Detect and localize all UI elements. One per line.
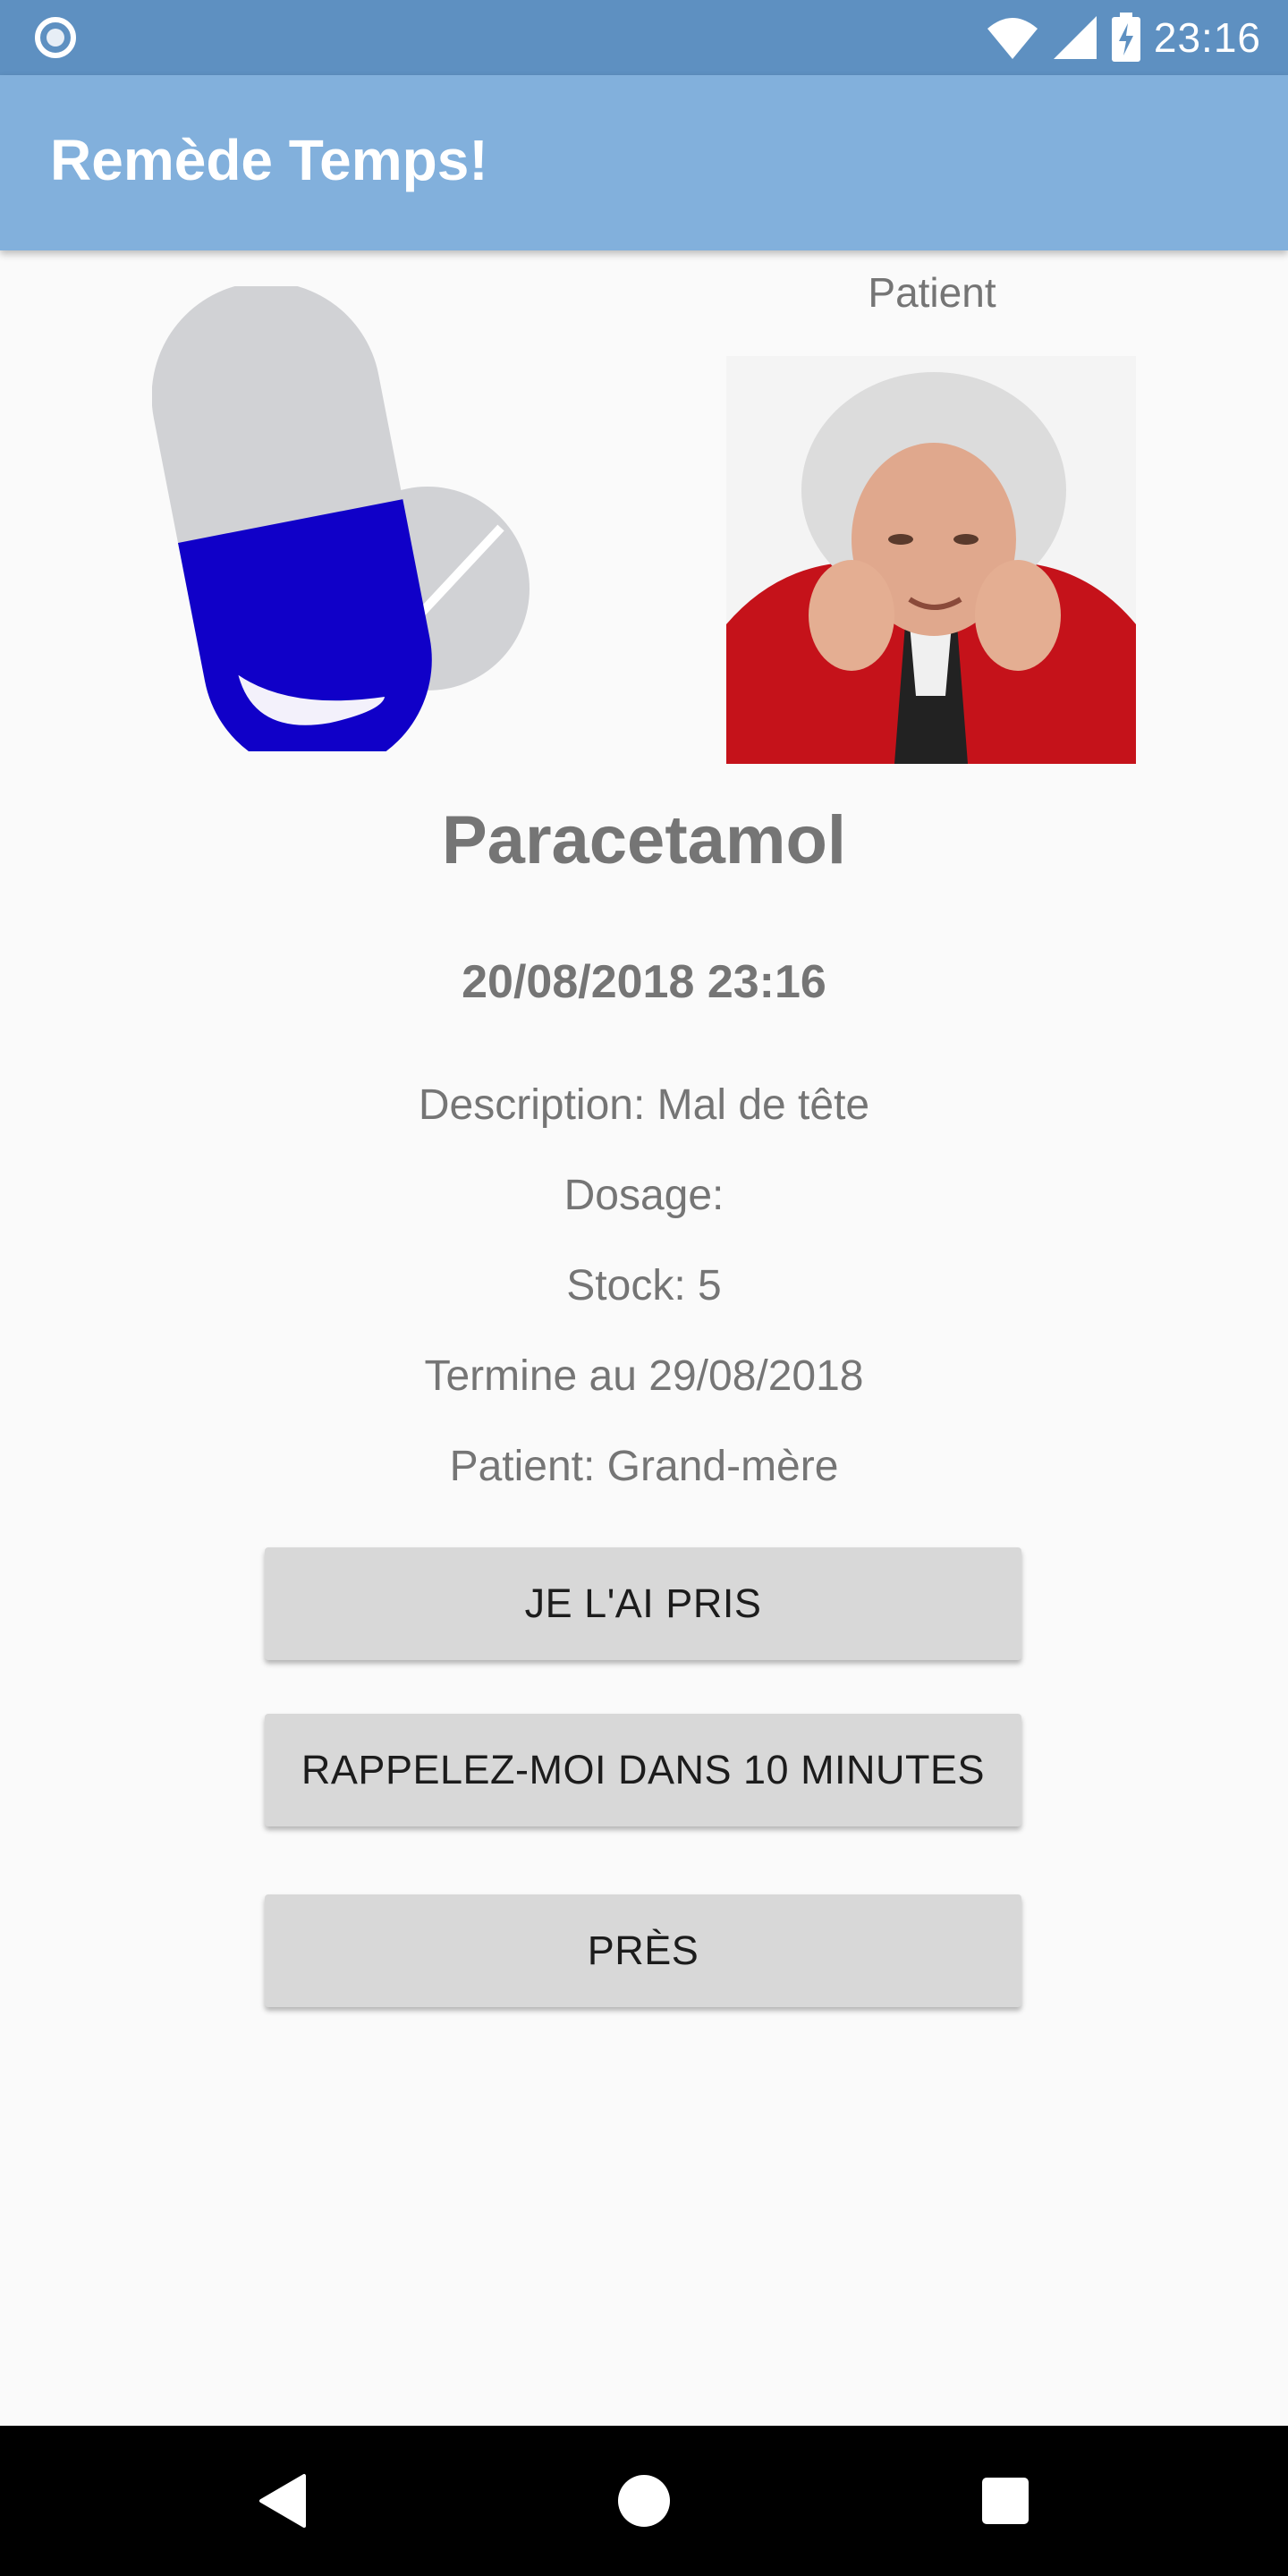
back-button[interactable] — [247, 2465, 318, 2537]
home-button[interactable] — [608, 2465, 680, 2537]
recents-button[interactable] — [970, 2465, 1041, 2537]
status-time: 23:16 — [1153, 14, 1261, 61]
back-icon — [259, 2474, 306, 2528]
wifi-icon — [987, 18, 1038, 59]
app-title: Remède Temps! — [50, 128, 488, 192]
reminder-datetime: 20/08/2018 23:16 — [462, 956, 826, 1008]
close-button[interactable]: PRÈS — [265, 1894, 1021, 2007]
status-bar: 23:16 — [0, 0, 1288, 75]
taken-button[interactable]: JE L'AI PRIS — [265, 1547, 1021, 1660]
screen: 23:16 Remède Temps! Patient Paracetamol … — [0, 0, 1288, 2576]
battery-charging-icon — [1111, 13, 1140, 62]
dosage-text: Dosage: — [564, 1172, 724, 1219]
notification-ring-icon — [35, 17, 76, 58]
patient-photo[interactable] — [726, 356, 1136, 764]
recents-icon — [982, 2478, 1029, 2524]
app-bar: Remède Temps! — [0, 75, 1288, 250]
cell-signal-icon — [1053, 16, 1097, 59]
patient-header: Patient — [868, 269, 996, 316]
description-text: Description: Mal de tête — [418, 1081, 870, 1129]
stock-text: Stock: 5 — [566, 1262, 722, 1309]
home-icon — [618, 2475, 670, 2527]
snooze-button[interactable]: RAPPELEZ-MOI DANS 10 MINUTES — [265, 1714, 1021, 1826]
status-icons: 23:16 — [986, 0, 1261, 75]
medication-name: Paracetamol — [441, 802, 847, 878]
medication-pill-icon — [152, 286, 530, 751]
patient-text: Patient: Grand-mère — [449, 1443, 839, 1490]
navigation-bar — [0, 2426, 1288, 2576]
end-date-text: Termine au 29/08/2018 — [424, 1352, 864, 1400]
